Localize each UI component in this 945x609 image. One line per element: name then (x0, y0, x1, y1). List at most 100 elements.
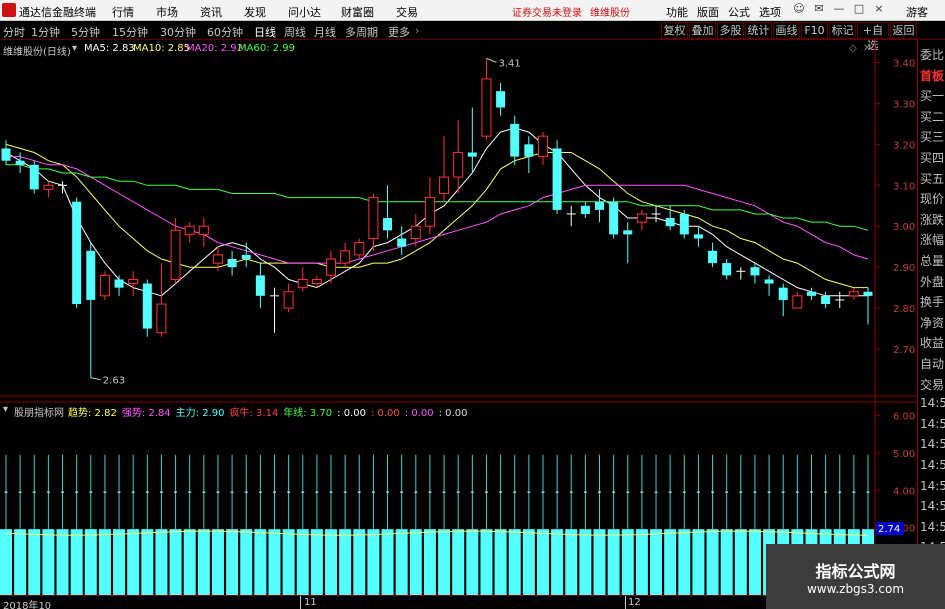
indicator-bar (28, 529, 41, 595)
period-60min[interactable]: 60分钟 (207, 24, 243, 40)
period-week[interactable]: 周线 (284, 24, 306, 40)
candle-body (99, 274, 110, 297)
menu-item-jiaoyi[interactable]: 交易 (396, 4, 418, 20)
ma20-label: MA20: 2.92 (186, 43, 244, 54)
menu-item-shichang[interactable]: 市场 (156, 4, 178, 20)
candle-body (255, 275, 265, 296)
candle (636, 209, 647, 231)
candle (863, 287, 873, 325)
menu-item-zixun[interactable]: 资讯 (200, 4, 222, 20)
menu-item-wenxiaoda[interactable]: 问小达 (288, 4, 321, 20)
close-icon[interactable]: × (872, 2, 886, 17)
maximize-icon[interactable]: □ (852, 2, 866, 17)
candle (269, 287, 279, 333)
menu-item-banmian[interactable]: 版面 (697, 4, 719, 20)
smile-icon[interactable]: ☺ (792, 2, 806, 17)
period-day-active[interactable]: 日线 (254, 24, 276, 40)
candle (778, 283, 788, 317)
period-5min[interactable]: 5分钟 (71, 24, 100, 40)
btn-zixuan[interactable]: +自选 (857, 22, 889, 52)
candle-body (481, 78, 492, 137)
candle (835, 291, 845, 309)
indicator-bar (310, 529, 323, 595)
candle (72, 197, 82, 309)
mail-icon[interactable]: ✉ (812, 2, 826, 17)
price-chart[interactable]: 3.40 3.30 3.20 3.10 3.00 2.90 2.80 2.70 3.41 2.6… (0, 40, 917, 398)
btn-duogu[interactable]: 多股 (717, 22, 744, 39)
candle-body (623, 230, 633, 235)
menu-item-hangqing[interactable]: 行情 (112, 4, 134, 20)
indicator-bar (522, 529, 535, 595)
period-15min[interactable]: 15分钟 (112, 24, 148, 40)
indicator-value-5: : 0.00 (337, 408, 366, 419)
indicator-bar (296, 529, 309, 595)
candle (453, 119, 464, 194)
candle-body (311, 278, 322, 285)
btn-fanhui[interactable]: 返回 (890, 22, 917, 39)
price-tick-label: 3.00 (893, 222, 915, 233)
candle (397, 226, 407, 255)
candle-body (708, 250, 718, 264)
candle-body (410, 225, 421, 240)
candle (15, 152, 25, 174)
candle (142, 279, 152, 337)
period-more[interactable]: 更多 (388, 24, 410, 40)
candle-body (128, 278, 139, 285)
minimize-icon[interactable]: — (832, 2, 846, 17)
indicator-bar (155, 529, 168, 595)
indicator-bar (494, 529, 507, 595)
candle (255, 263, 265, 309)
close-chart-icon[interactable]: ✕ (863, 43, 871, 54)
btn-huaxian[interactable]: 画线 (773, 22, 800, 39)
candle-body (467, 152, 477, 157)
btn-biaoji[interactable]: 标记 (829, 22, 856, 39)
quote-panel-item: 首板 (920, 68, 945, 83)
indicator-value-6: : 0.00 (370, 408, 400, 419)
indicator-collapse-icon[interactable]: ▾ (3, 404, 8, 415)
candle-body (227, 258, 237, 268)
candle (86, 242, 96, 378)
stock-title: 维维股份(日线) (3, 47, 71, 58)
ma5-line (5, 127, 868, 297)
indicator-value-4: 年线: 3.70 (283, 408, 333, 419)
candle (609, 197, 619, 239)
indicator-bar (536, 529, 549, 595)
btn-fuquan[interactable]: 复权 (661, 22, 688, 39)
quote-panel-item: 14:56 (920, 437, 945, 452)
period-month[interactable]: 月线 (314, 24, 336, 40)
login-warning[interactable]: 证券交易未登录 (512, 4, 582, 19)
candle-body (524, 144, 534, 157)
btn-tongji[interactable]: 统计 (745, 22, 772, 39)
period-1min[interactable]: 1分钟 (31, 24, 60, 40)
settings-icon[interactable]: ◇ (849, 43, 857, 54)
indicator-bar (353, 529, 366, 595)
btn-diejia[interactable]: 叠加 (689, 22, 716, 39)
period-fenshi[interactable]: 分时 (3, 24, 25, 40)
stock-link[interactable]: 维维股份 (590, 4, 630, 19)
menu-item-gongneng[interactable]: 功能 (666, 4, 688, 20)
menu-item-caifuquan[interactable]: 财富圈 (341, 4, 374, 20)
indicator-bar (664, 529, 677, 595)
candle-body (212, 254, 223, 264)
indicator-bar (84, 529, 97, 595)
guest-label[interactable]: 游客 (906, 4, 928, 20)
menu-item-xuanxiang[interactable]: 选项 (759, 4, 781, 20)
quote-panel-item: 14:56 (920, 478, 945, 493)
quote-panel-item: 14:56 (920, 396, 945, 411)
period-30min[interactable]: 30分钟 (160, 24, 196, 40)
indicator-bar (551, 529, 564, 595)
menu-item-faxian[interactable]: 发现 (244, 4, 266, 20)
menu-item-gongshi[interactable]: 公式 (728, 4, 750, 20)
indicator-bar (650, 529, 663, 595)
candle-body (1, 148, 11, 161)
candle-body (354, 242, 365, 256)
btn-f10[interactable]: F10 (801, 22, 828, 39)
chevron-right-icon[interactable]: › (415, 24, 419, 37)
indicator-bar (565, 529, 578, 595)
menu-bar: 通达信金融终端 行情 市场 资讯 发现 问小达 财富圈 交易 证券交易未登录 维… (0, 0, 945, 21)
price-tick-label: 2.70 (893, 345, 915, 356)
period-multi[interactable]: 多周期 (345, 24, 378, 40)
candle-body (453, 152, 464, 178)
candle (368, 193, 379, 251)
ma-collapse-icon[interactable]: ▾ (72, 43, 77, 54)
